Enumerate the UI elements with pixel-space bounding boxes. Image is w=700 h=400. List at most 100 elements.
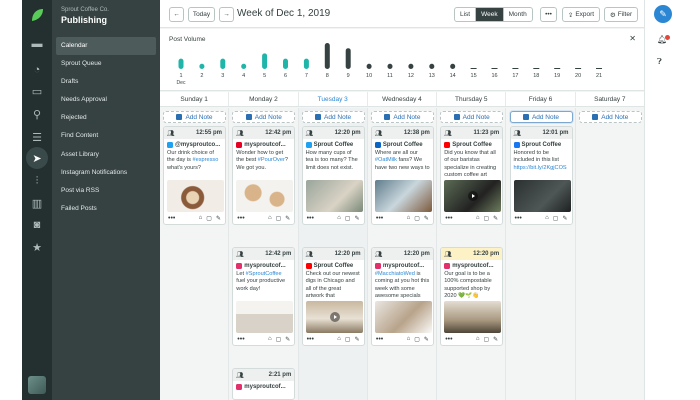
next-week-button[interactable]: → (219, 7, 234, 22)
copy-icon[interactable]: ▢ (483, 215, 489, 222)
publishing-send-icon[interactable]: ➤ (26, 147, 48, 169)
post-hashtag[interactable]: #SproutCoffee (246, 271, 282, 277)
copy-icon[interactable]: ▢ (276, 215, 282, 222)
tag-icon[interactable]: ⌂ (337, 336, 341, 343)
post-card[interactable]: 👥︎ 12:42 pm mysproutcof... Let #SproutCoffe… (232, 247, 296, 346)
edit-icon[interactable]: ✎ (355, 215, 360, 222)
more-dots-icon[interactable]: ••• (237, 215, 244, 222)
post-image[interactable] (444, 301, 502, 333)
copy-icon[interactable]: ▢ (345, 215, 351, 222)
tasks-pin-icon[interactable]: ⚲ (26, 103, 48, 125)
post-image[interactable] (167, 180, 224, 212)
reviews-star-icon[interactable]: ★ (26, 236, 48, 258)
post-image[interactable] (305, 180, 363, 212)
post-card[interactable]: 👥︎ 12:20 pm mysproutcof... Our goal is to b… (440, 247, 504, 346)
previous-week-button[interactable]: ← (169, 7, 184, 22)
listening-waveform-icon[interactable]: ⫶ (26, 170, 48, 192)
post-hashtag[interactable]: #OatMilk (375, 157, 397, 163)
messages-inbox-icon[interactable]: ▭ (26, 80, 48, 102)
more-dots-icon[interactable]: ••• (515, 215, 522, 222)
post-card[interactable]: 👥︎ 12:42 pm mysproutcof... Wonder how to ge… (232, 126, 296, 225)
export-button[interactable]: ⇪ Export (562, 7, 600, 22)
copy-icon[interactable]: ▢ (553, 215, 559, 222)
edit-icon[interactable]: ✎ (424, 336, 429, 343)
more-dots-icon[interactable]: ••• (168, 215, 175, 222)
more-dots-icon[interactable]: ••• (376, 215, 383, 222)
post-hashtag[interactable]: #PourOver (258, 157, 285, 163)
nav-item-post-via-rss[interactable]: Post via RSS (56, 182, 156, 200)
compose-pencil-icon[interactable]: ✎ (654, 5, 672, 23)
tag-icon[interactable]: ⌂ (545, 215, 549, 222)
tag-icon[interactable]: ⌂ (407, 215, 411, 222)
edit-icon[interactable]: ✎ (424, 215, 429, 222)
post-card[interactable]: 👥︎ 2:21 pm mysproutcof... (232, 368, 296, 400)
copy-icon[interactable]: ▢ (276, 336, 282, 343)
edit-icon[interactable]: ✎ (493, 215, 498, 222)
add-note-button[interactable]: Add Note (163, 111, 226, 123)
nav-item-instagram-notifications[interactable]: Instagram Notifications (56, 164, 156, 182)
play-icon[interactable] (468, 191, 479, 201)
post-image[interactable] (374, 301, 432, 333)
post-card[interactable]: 👥︎ 12:55 pm @mysproutco... Our drink choice… (163, 126, 226, 225)
tag-icon[interactable]: ⌂ (476, 336, 480, 343)
tag-icon[interactable]: ⌂ (337, 215, 341, 222)
copy-icon[interactable]: ▢ (345, 336, 351, 343)
post-image[interactable] (236, 301, 294, 333)
more-dots-icon[interactable]: ••• (307, 336, 314, 343)
copy-icon[interactable]: ▢ (206, 215, 212, 222)
sprout-logo-icon[interactable] (28, 6, 46, 24)
more-dots-icon[interactable]: ••• (445, 336, 452, 343)
copy-icon[interactable]: ▢ (414, 215, 420, 222)
play-icon[interactable] (329, 312, 340, 322)
nav-item-sprout-queue[interactable]: Sprout Queue (56, 55, 156, 73)
tag-icon[interactable]: ⌂ (268, 215, 272, 222)
more-dots-icon[interactable]: ••• (237, 336, 244, 343)
add-note-button[interactable]: Add Note (370, 111, 434, 123)
edit-icon[interactable]: ✎ (493, 336, 498, 343)
tag-icon[interactable]: ⌂ (476, 215, 480, 222)
view-week-button[interactable]: Week (476, 8, 504, 21)
add-note-button[interactable]: Add Note (232, 111, 296, 123)
copy-icon[interactable]: ▢ (483, 336, 489, 343)
post-card[interactable]: 👥︎ 12:20 pm mysproutcof... #MacchiatoWed is… (370, 247, 434, 346)
nav-item-asset-library[interactable]: Asset Library (56, 146, 156, 164)
add-note-button[interactable]: Add Note (509, 111, 573, 123)
today-button[interactable]: Today (188, 7, 215, 22)
post-hashtag[interactable]: #MacchiatoWed (375, 271, 415, 277)
more-options-button[interactable]: ••• (540, 7, 557, 22)
filter-button[interactable]: ⚙ Filter (604, 7, 638, 22)
help-question-icon[interactable]: ❓︎ (657, 57, 662, 67)
view-month-button[interactable]: Month (504, 8, 532, 21)
bot-icon[interactable]: ◙ (26, 214, 48, 236)
lists-icon[interactable]: ☰ (26, 126, 48, 148)
edit-icon[interactable]: ✎ (355, 336, 360, 343)
post-card[interactable]: 👥︎ 11:23 pm Sprout Coffee Did you know that… (440, 126, 504, 225)
edit-icon[interactable]: ✎ (285, 336, 290, 343)
post-image[interactable] (513, 180, 571, 212)
post-card[interactable]: 👥︎ 12:01 pm Sprout Coffee Honored to be inc… (509, 126, 573, 225)
post-image[interactable] (305, 301, 363, 333)
post-image[interactable] (444, 180, 502, 212)
more-dots-icon[interactable]: ••• (376, 336, 383, 343)
post-hashtag[interactable]: https://bit.ly/2KgjCOS (514, 165, 567, 171)
inbox-folder-icon[interactable]: ▬ (26, 33, 48, 55)
dashboard-gauge-icon[interactable]: ◔ (26, 59, 48, 81)
tag-icon[interactable]: ⌂ (407, 336, 411, 343)
nav-item-failed-posts[interactable]: Failed Posts (56, 200, 156, 218)
post-card[interactable]: 👥︎ 12:38 pm Sprout Coffee Where are all our… (370, 126, 434, 225)
reports-bars-icon[interactable]: ▥ (26, 192, 48, 214)
post-image[interactable] (374, 180, 432, 212)
nav-item-needs-approval[interactable]: Needs Approval (56, 91, 156, 109)
nav-item-rejected[interactable]: Rejected (56, 109, 156, 127)
post-card[interactable]: 👥︎ 12:20 pm Sprout Coffee Check out our new… (301, 247, 365, 346)
more-dots-icon[interactable]: ••• (307, 215, 314, 222)
copy-icon[interactable]: ▢ (414, 336, 420, 343)
add-note-button[interactable]: Add Note (301, 111, 365, 123)
nav-item-drafts[interactable]: Drafts (56, 73, 156, 91)
edit-icon[interactable]: ✎ (562, 215, 567, 222)
nav-item-find-content[interactable]: Find Content (56, 127, 156, 145)
add-note-button[interactable]: Add Note (578, 111, 642, 123)
nav-item-calendar[interactable]: Calendar (56, 37, 156, 55)
post-hashtag[interactable]: #espresso (193, 157, 219, 163)
tag-icon[interactable]: ⌂ (268, 336, 272, 343)
